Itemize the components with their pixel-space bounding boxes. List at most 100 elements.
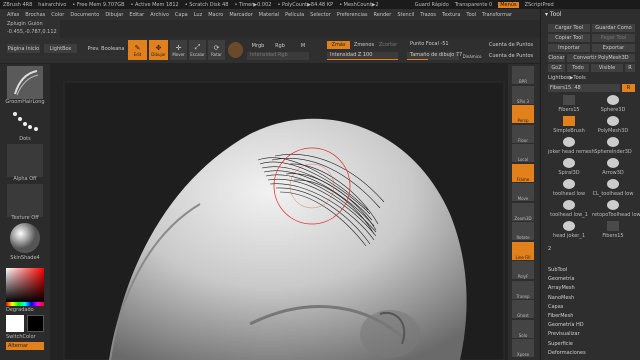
menu-14[interactable]: Preferencias — [337, 12, 368, 18]
canvas-viewport[interactable] — [50, 64, 508, 360]
right-shelf-move-button[interactable]: Move — [512, 183, 534, 201]
visible-button[interactable]: Visible — [591, 64, 623, 72]
menu-4[interactable]: Dibujar — [105, 12, 123, 18]
right-shelf-frame-button[interactable]: Frame — [512, 163, 534, 182]
zadd-button[interactable]: Zmás — [327, 41, 350, 49]
save-as-button[interactable]: Guardar Como — [592, 24, 635, 32]
tool-thumbnail[interactable]: Sphere3D — [592, 95, 634, 117]
menu-18[interactable]: Textura — [442, 12, 460, 18]
right-shelf-bpr-button[interactable]: BPR — [512, 66, 534, 84]
right-shelf-polyf-button[interactable]: PolyF — [512, 261, 534, 279]
import-button[interactable]: Importar — [548, 44, 590, 52]
transparency-slider[interactable]: Transparente 0 — [455, 2, 492, 8]
tool-thumbnail[interactable]: CL_toolhead low — [592, 179, 634, 201]
switch-color-label[interactable]: SwitchColor — [0, 334, 50, 340]
submenu-arraymesh[interactable]: ArrayMesh — [548, 285, 575, 291]
submenu-geometría-hd[interactable]: Geometría HD — [548, 322, 584, 328]
menu-2[interactable]: Color — [51, 12, 64, 18]
menu-3[interactable]: Documento — [70, 12, 99, 18]
submenu-nanomesh[interactable]: NanoMesh — [548, 295, 574, 301]
lightbox-button[interactable]: LightBox — [44, 44, 77, 53]
menu-10[interactable]: Marcador — [229, 12, 252, 18]
right-shelf-xpose-button[interactable]: Xpose — [512, 339, 534, 357]
quicksave-button[interactable]: Guard Rápido — [415, 2, 449, 8]
right-shelf-ghost-button[interactable]: Ghost — [512, 300, 534, 318]
load-tool-button[interactable]: Cargar Tool — [548, 24, 590, 32]
menu-13[interactable]: Selector — [310, 12, 331, 18]
menu-1[interactable]: Brochas — [25, 12, 45, 18]
menu-20[interactable]: Transformar — [482, 12, 512, 18]
lightbox-tools-button[interactable]: Lightbox▶Tools — [548, 74, 588, 82]
all-button[interactable]: Todo — [567, 64, 589, 72]
stroke-thumbnail[interactable] — [7, 106, 43, 139]
right-shelf-rotate-button[interactable]: Rotate — [512, 222, 534, 240]
tool-thumbnail[interactable]: joker head remesh — [548, 137, 595, 159]
menu-zplugin[interactable]: Zplugin — [7, 21, 26, 27]
rgb-button[interactable]: Rgb — [272, 42, 288, 50]
current-tool-slider[interactable]: Fibers15. 48 — [548, 84, 620, 92]
submenu-geometría[interactable]: Geometría — [548, 276, 574, 282]
paste-tool-button[interactable]: Pegar Tool — [592, 34, 635, 42]
submenu-capas[interactable]: Capas — [548, 304, 563, 310]
right-shelf-solo-button[interactable]: Solo — [512, 319, 534, 338]
focal-shift-slider[interactable]: Punto Focal -51 — [407, 41, 459, 49]
main-color-swatch[interactable] — [6, 315, 24, 332]
right-shelf-zoom3d-button[interactable]: Zoom3D — [512, 202, 534, 221]
right-shelf-line-fill-button[interactable]: Line Fill — [512, 241, 534, 260]
export-button[interactable]: Exportar — [592, 44, 635, 52]
zsub-button[interactable]: Zmenos — [352, 41, 376, 49]
texture-thumbnail[interactable] — [7, 184, 43, 217]
tool-thumbnail[interactable]: Spiral3D — [548, 158, 590, 180]
tool-thumbnail[interactable]: PolyMesh3D — [592, 116, 634, 138]
tool-thumbnail[interactable]: Arrow3D — [592, 158, 634, 180]
menu-16[interactable]: Stencil — [397, 12, 414, 18]
secondary-color-swatch[interactable] — [27, 315, 44, 332]
menu-5[interactable]: Editar — [129, 12, 144, 18]
boolean-preview-button[interactable]: Prev. Booleana — [86, 44, 126, 53]
menus-button[interactable]: Menús — [498, 1, 519, 8]
hue-slider[interactable] — [6, 302, 44, 306]
mrgb-button[interactable]: Mrgb — [247, 42, 269, 50]
submenu-previsualizar[interactable]: Previsualizar — [548, 331, 580, 337]
goz-button[interactable]: GoZ — [548, 64, 565, 72]
right-shelf-spix-3-button[interactable]: SPix 3 — [512, 85, 534, 104]
menu-7[interactable]: Capa — [175, 12, 188, 18]
z-intensity-slider[interactable]: Intensidad Z 100 — [327, 52, 398, 60]
draw-size-slider[interactable]: Tamaño de dibujo 77 — [407, 52, 462, 60]
tool-thumbnail[interactable]: Fibers15 — [592, 221, 634, 243]
zcut-button[interactable]: Zcortar — [378, 41, 398, 49]
submenu-superficie[interactable]: Superficie — [548, 341, 573, 347]
right-shelf-transp-button[interactable]: Transp — [512, 280, 534, 299]
right-shelf-persp-button[interactable]: Persp — [512, 105, 534, 123]
right-shelf-floor-button[interactable]: Floor — [512, 124, 534, 143]
material-thumbnail[interactable] — [7, 222, 43, 255]
copy-tool-button[interactable]: Copiar Tool — [548, 34, 590, 42]
menu-19[interactable]: Tool — [466, 12, 476, 18]
draw-button[interactable]: ✥ Dibujar — [149, 40, 168, 60]
menu-17[interactable]: Trazos — [420, 12, 436, 18]
menu-9[interactable]: Macro — [208, 12, 223, 18]
r-toggle[interactable]: R — [622, 84, 635, 92]
right-shelf-local-button[interactable]: Local — [512, 144, 534, 162]
alternate-button[interactable]: Alternar — [6, 342, 44, 350]
submenu-subtool[interactable]: SubTool — [548, 267, 567, 273]
tool-thumbnail[interactable]: SphereInder3D — [592, 137, 634, 159]
edit-button[interactable]: ✎ Edit — [128, 40, 147, 60]
home-page-button[interactable]: Página Inicio — [7, 44, 40, 53]
menu-0[interactable]: Alfas — [7, 12, 19, 18]
tool-thumbnail[interactable]: toolhead low — [548, 179, 590, 201]
tool-thumbnail[interactable]: retopoToolhead low — [592, 200, 640, 222]
color-picker[interactable] — [6, 268, 44, 302]
zscript-button[interactable]: ZScriptPred — [525, 2, 554, 8]
r-button[interactable]: R — [625, 64, 635, 72]
scale-button[interactable]: ⤢ Escalar — [189, 40, 206, 60]
menu-zscript[interactable]: Guión — [28, 21, 43, 27]
menu-6[interactable]: Archivo — [150, 12, 169, 18]
tool-thumbnail[interactable]: SimpleBrush — [548, 116, 590, 138]
alpha-thumbnail[interactable] — [7, 144, 43, 177]
brush-thumbnail[interactable] — [7, 66, 43, 99]
rgb-intensity-slider[interactable]: Intensidad Rgb — [247, 52, 309, 60]
tool-thumbnail[interactable]: head joker_1 — [548, 221, 590, 243]
tool-thumbnail[interactable]: toolhead low_1 — [548, 200, 590, 222]
move-button[interactable]: ✛ Mover — [170, 40, 187, 60]
